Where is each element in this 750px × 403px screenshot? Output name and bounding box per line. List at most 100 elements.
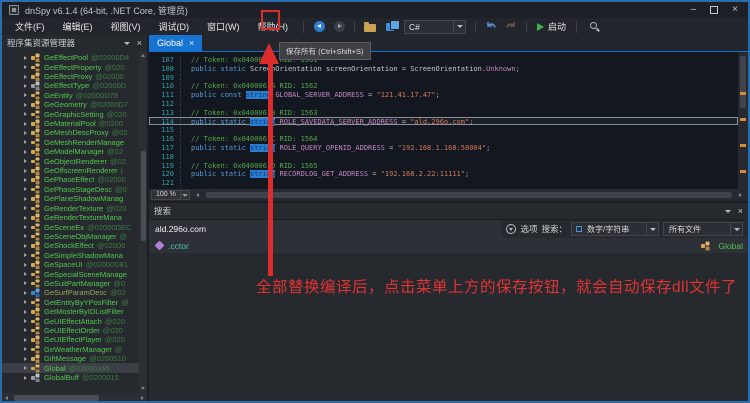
scroll-right-icon[interactable] <box>141 396 144 400</box>
expand-arrow-icon[interactable] <box>24 150 27 154</box>
code-line-118[interactable]: 118 <box>149 152 738 161</box>
panel-menu-icon[interactable] <box>124 42 130 45</box>
expand-arrow-icon[interactable] <box>24 103 27 107</box>
menu-item-1[interactable]: 编辑(E) <box>54 18 102 35</box>
minimize-button[interactable]: – <box>691 5 697 15</box>
expand-arrow-icon[interactable] <box>24 291 27 295</box>
expand-arrow-icon[interactable] <box>24 244 27 248</box>
tree-item-GeEntity[interactable]: GeEntity@02000D78 <box>2 91 147 100</box>
expand-arrow-icon[interactable] <box>24 234 27 238</box>
code-line-117[interactable]: 117public static string ROLE_QUERY_OPENI… <box>149 143 738 152</box>
zoom-dropdown-arrow[interactable] <box>181 190 190 200</box>
tree-item-GePhaseEffect[interactable]: GePhaseEffect@02000 <box>2 175 147 184</box>
code-line-119[interactable]: 119// Token: 0x0400061D RID: 1565 <box>149 161 738 170</box>
tree-item-GetEntityByYPosFilter[interactable]: GetEntityByYPosFilter@ <box>2 298 147 307</box>
expand-arrow-icon[interactable] <box>24 347 27 351</box>
code-vertical-scrollbar[interactable] <box>738 52 748 189</box>
redo-button[interactable] <box>502 19 520 35</box>
expand-arrow-icon[interactable] <box>24 216 27 220</box>
scroll-left-icon[interactable] <box>196 193 199 197</box>
tree-item-GeSuitPartManager[interactable]: GeSuitPartManager@0 <box>2 279 147 288</box>
tab-close-icon[interactable]: × <box>189 38 194 48</box>
dropdown-arrow[interactable] <box>730 223 742 235</box>
scrollbar-thumb[interactable] <box>141 151 146 241</box>
tree-item-GeModelManager[interactable]: GeModelManager@02 <box>2 147 147 156</box>
code-line-107[interactable]: 107// Token: 0x04000619 RID: 1561 <box>149 55 738 64</box>
expand-arrow-icon[interactable] <box>24 56 27 60</box>
expand-arrow-icon[interactable] <box>24 263 27 267</box>
tree-item-GeSceneObjManager[interactable]: GeSceneObjManager@ <box>2 232 147 241</box>
code-line-109[interactable]: 109 <box>149 73 738 82</box>
tree-item-GeGraphicSetting[interactable]: GeGraphicSetting@020 <box>2 109 147 118</box>
start-debug-button[interactable]: 启动 <box>533 19 570 35</box>
panel-close-icon[interactable]: × <box>738 206 743 216</box>
tree-item-GeShockEffect[interactable]: GeShockEffect@02000 <box>2 241 147 250</box>
tree-vertical-scrollbar[interactable] <box>139 51 147 393</box>
search-input[interactable]: ald.296o.com <box>149 220 501 238</box>
options-toggle-icon[interactable] <box>506 224 516 234</box>
code-line-110[interactable]: 110// Token: 0x0400061A RID: 1562 <box>149 81 738 90</box>
code-line-121[interactable]: 121 <box>149 178 738 187</box>
tree-item-GeGeometry[interactable]: GeGeometry@02000D7 <box>2 100 147 109</box>
tree-item-GlobalBuff[interactable]: GlobalBuff@0200015 <box>2 373 147 382</box>
code-line-111[interactable]: 111public const string GLOBAL_SERVER_ADD… <box>149 90 738 99</box>
expand-arrow-icon[interactable] <box>24 357 27 361</box>
tree-item-GetMosterByIDListFilter[interactable]: GetMosterByIDListFilter <box>2 307 147 316</box>
tree-item-GeMeshRenderManage[interactable]: GeMeshRenderManage <box>2 138 147 147</box>
maximize-button[interactable] <box>710 6 718 14</box>
expand-arrow-icon[interactable] <box>24 93 27 97</box>
tree-horizontal-scrollbar[interactable] <box>2 393 147 403</box>
menu-item-4[interactable]: 窗口(W) <box>198 18 249 35</box>
dropdown-arrow[interactable] <box>646 223 658 235</box>
scrollbar-thumb[interactable] <box>14 395 99 401</box>
expand-arrow-icon[interactable] <box>24 300 27 304</box>
code-line-108[interactable]: 108public static ScreenOrientation scree… <box>149 64 738 73</box>
expand-arrow-icon[interactable] <box>24 112 27 116</box>
expand-arrow-icon[interactable] <box>24 338 27 342</box>
tree-item-GePlaneShadowManag[interactable]: GePlaneShadowManag <box>2 194 147 203</box>
language-dropdown-arrow[interactable] <box>453 21 465 33</box>
tree-item-GeSpaceUI[interactable]: GeSpaceUI@02000D81 <box>2 260 147 269</box>
expand-arrow-icon[interactable] <box>24 75 27 79</box>
open-file-button[interactable] <box>361 19 379 35</box>
expand-arrow-icon[interactable] <box>24 206 27 210</box>
expand-arrow-icon[interactable] <box>24 197 27 201</box>
code-line-115[interactable]: 115 <box>149 125 738 134</box>
tree-item-GeOffscreenRenderer[interactable]: GeOffscreenRenderer( <box>2 166 147 175</box>
zoom-select[interactable]: 100 % <box>151 190 190 200</box>
tree-item-GeSceneEx[interactable]: GeSceneEx@02000DEC <box>2 222 147 231</box>
expand-arrow-icon[interactable] <box>24 272 27 276</box>
close-button[interactable]: × <box>732 5 738 15</box>
code-line-114[interactable]: 114public static string ROLE_SAVEDATA_SE… <box>149 117 738 126</box>
tree-item-GeWeatherManager[interactable]: GeWeatherManager@ <box>2 345 147 354</box>
expand-arrow-icon[interactable] <box>24 178 27 182</box>
tree-item-GeEffectProxy[interactable]: GeEffectProxy@02000 <box>2 72 147 81</box>
expand-arrow-icon[interactable] <box>24 281 27 285</box>
menu-item-2[interactable]: 视图(V) <box>102 18 150 35</box>
code-line-113[interactable]: 113// Token: 0x0400061B RID: 1563 <box>149 108 738 117</box>
tree-item-GeMeshDescProxy[interactable]: GeMeshDescProxy@02 <box>2 128 147 137</box>
menu-item-3[interactable]: 调试(D) <box>150 18 199 35</box>
save-all-button[interactable] <box>381 19 399 35</box>
navigate-back-button[interactable] <box>310 19 328 35</box>
tree-item-GeEffectType[interactable]: GeEffectType@02000D <box>2 81 147 90</box>
tree-item-GePhaseStageDesc[interactable]: GePhaseStageDesc@0 <box>2 185 147 194</box>
tree-item-GeMaterialPool[interactable]: GeMaterialPool@0200 <box>2 119 147 128</box>
tree-item-GiftMessage[interactable]: GiftMessage@0200510 <box>2 354 147 363</box>
scroll-up-icon[interactable] <box>141 54 145 57</box>
tree-item-GeSimpleShadowMana[interactable]: GeSimpleShadowMana <box>2 251 147 260</box>
expand-arrow-icon[interactable] <box>24 328 27 332</box>
code-editor[interactable]: 107// Token: 0x04000619 RID: 1561108publ… <box>149 52 748 189</box>
tree-item-GeEffectProperty[interactable]: GeEffectProperty@020 <box>2 62 147 71</box>
navigate-forward-button[interactable] <box>330 19 348 35</box>
tree-item-GeUIEffectPlayer[interactable]: GeUIEffectPlayer@020 <box>2 335 147 344</box>
tree-item-GeUIEffectAttach[interactable]: GeUIEffectAttach@020 <box>2 316 147 325</box>
expand-arrow-icon[interactable] <box>24 131 27 135</box>
tree-item-GeEffectPool[interactable]: GeEffectPool@02000D4 <box>2 53 147 62</box>
file-filter-select[interactable]: 所有文件 <box>663 222 743 236</box>
tab-global[interactable]: Global × <box>149 35 202 51</box>
expand-arrow-icon[interactable] <box>24 253 27 257</box>
tree-item-GeUIEffectOrder[interactable]: GeUIEffectOrder@020 <box>2 326 147 335</box>
code-line-120[interactable]: 120public static string RECORDLOG_GET_AD… <box>149 169 738 178</box>
expand-arrow-icon[interactable] <box>24 140 27 144</box>
